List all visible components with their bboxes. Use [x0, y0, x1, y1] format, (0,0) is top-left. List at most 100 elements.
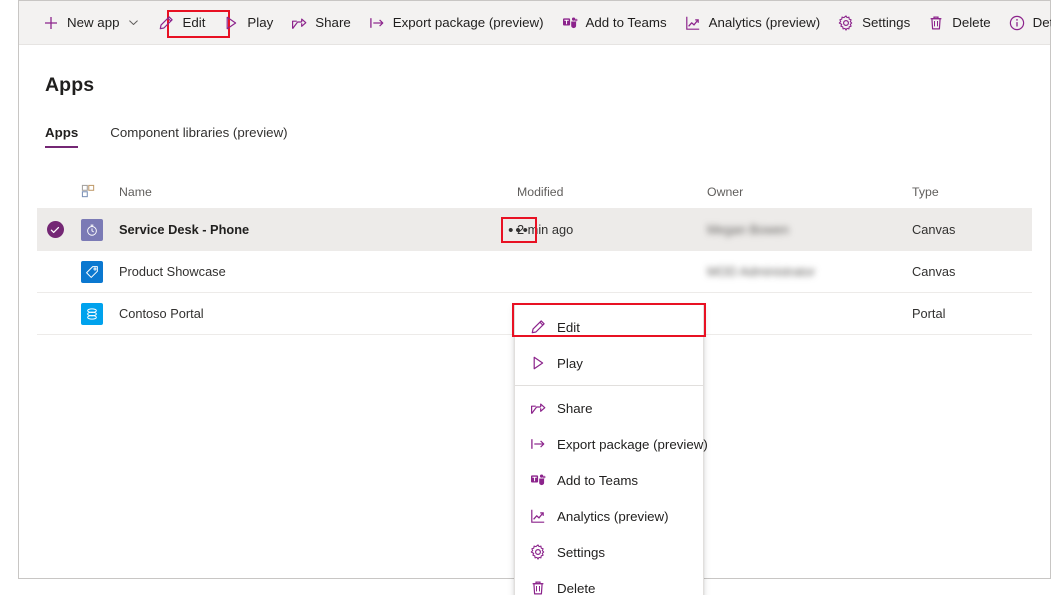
- row-type-value: Canvas: [912, 264, 955, 279]
- command-settings[interactable]: Settings: [830, 8, 917, 38]
- row-owner-redacted: Megan Bowen: [707, 222, 789, 237]
- menu-item-delete[interactable]: Delete: [515, 570, 703, 595]
- command-label: New app: [67, 16, 119, 29]
- row-type-value: Canvas: [912, 222, 955, 237]
- share-icon: [290, 14, 308, 32]
- trash-icon: [529, 579, 547, 595]
- command-details[interactable]: Details: [1001, 8, 1051, 38]
- teams-icon: [529, 471, 547, 489]
- table-row[interactable]: Product Showcase MOD Administrator Canvas: [37, 251, 1032, 293]
- row-type-cell: Portal: [912, 306, 1032, 321]
- play-icon: [529, 354, 547, 372]
- command-label: Edit: [182, 16, 205, 29]
- row-app-name: Service Desk - Phone: [119, 222, 249, 237]
- table-row[interactable]: Service Desk - Phone•••2 min agoMegan Bo…: [37, 209, 1032, 251]
- row-app-name: Product Showcase: [119, 264, 226, 279]
- row-select-cell[interactable]: [37, 221, 73, 238]
- teams-icon: [561, 14, 579, 32]
- row-more-actions-button[interactable]: •••: [501, 218, 537, 242]
- content-area: Apps Apps Component libraries (preview): [19, 45, 1050, 578]
- tag-icon: [81, 261, 103, 283]
- command-delete[interactable]: Delete: [920, 8, 997, 38]
- command-edit[interactable]: Edit: [150, 8, 212, 38]
- row-app-icon-cell: [73, 303, 119, 325]
- row-owner-redacted: MOD Administrator: [707, 264, 815, 279]
- page-title: Apps: [45, 74, 94, 97]
- header-modified-label: Modified: [517, 185, 563, 199]
- header-modified-cell[interactable]: Modified: [517, 185, 707, 199]
- command-bar: New app Edit Play Share Export package (prev…: [19, 1, 1050, 45]
- menu-item-label: Play: [557, 356, 583, 371]
- command-share[interactable]: Share: [283, 8, 357, 38]
- menu-item-label: Share: [557, 401, 592, 416]
- command-label: Details: [1033, 16, 1051, 29]
- header-type-cell[interactable]: Type: [912, 185, 1032, 199]
- menu-item-play[interactable]: Play: [515, 345, 703, 381]
- command-label: Share: [315, 16, 350, 29]
- menu-item-label: Analytics (preview): [557, 509, 669, 524]
- row-name-cell[interactable]: Product Showcase: [119, 264, 517, 279]
- gear-icon: [529, 543, 547, 561]
- chevron-down-icon[interactable]: [127, 16, 140, 29]
- analytics-icon: [529, 507, 547, 525]
- portal-icon: [81, 303, 103, 325]
- tab-apps[interactable]: Apps: [45, 125, 78, 148]
- command-add-to-teams[interactable]: Add to Teams: [554, 8, 674, 38]
- command-export-package-preview[interactable]: Export package (preview): [361, 8, 551, 38]
- menu-item-label: Settings: [557, 545, 605, 560]
- row-app-name: Contoso Portal: [119, 306, 204, 321]
- menu-separator: [515, 385, 703, 386]
- command-new-app[interactable]: New app: [35, 8, 147, 38]
- menu-item-label: Add to Teams: [557, 473, 638, 488]
- menu-item-share[interactable]: Share: [515, 390, 703, 426]
- gear-icon: [837, 14, 855, 32]
- header-type-label: Type: [912, 185, 939, 199]
- analytics-icon: [684, 14, 702, 32]
- menu-item-label: Delete: [557, 581, 595, 595]
- menu-item-label: Edit: [557, 320, 580, 335]
- trash-icon: [927, 14, 945, 32]
- command-play[interactable]: Play: [215, 8, 280, 38]
- row-owner-cell: Megan Bowen: [707, 222, 912, 237]
- row-app-icon-cell: [73, 219, 119, 241]
- header-name-cell[interactable]: Name: [119, 185, 517, 199]
- header-owner-label: Owner: [707, 185, 743, 199]
- share-icon: [529, 399, 547, 417]
- power-apps-maker-portal: New app Edit Play Share Export package (prev…: [0, 0, 1051, 595]
- header-grid-icon-cell[interactable]: [73, 184, 119, 199]
- plus-icon: [42, 14, 60, 32]
- menu-item-add-to-teams[interactable]: Add to Teams: [515, 462, 703, 498]
- pencil-icon: [157, 14, 175, 32]
- command-label: Export package (preview): [393, 16, 544, 29]
- tab-list: Apps Component libraries (preview): [45, 125, 320, 148]
- play-icon: [222, 14, 240, 32]
- row-name-cell[interactable]: Contoso Portal: [119, 306, 517, 321]
- command-label: Delete: [952, 16, 990, 29]
- menu-item-settings[interactable]: Settings: [515, 534, 703, 570]
- tab-component-libraries-preview[interactable]: Component libraries (preview): [110, 125, 287, 148]
- table-header-row: Name Modified Owner Type: [37, 175, 1032, 209]
- row-name-cell[interactable]: Service Desk - Phone•••: [119, 222, 517, 237]
- header-name-label: Name: [119, 185, 152, 199]
- row-app-icon-cell: [73, 261, 119, 283]
- export-icon: [368, 14, 386, 32]
- row-type-value: Portal: [912, 306, 945, 321]
- row-type-cell: Canvas: [912, 222, 1032, 237]
- row-owner-cell: MOD Administrator: [707, 264, 912, 279]
- row-type-cell: Canvas: [912, 264, 1032, 279]
- export-icon: [529, 435, 547, 453]
- row-selected-check-icon[interactable]: [47, 221, 64, 238]
- menu-item-export-package-preview[interactable]: Export package (preview): [515, 426, 703, 462]
- info-icon: [1008, 14, 1026, 32]
- menu-item-edit[interactable]: Edit: [515, 309, 703, 345]
- menu-item-analytics-preview[interactable]: Analytics (preview): [515, 498, 703, 534]
- command-label: Analytics (preview): [709, 16, 821, 29]
- command-analytics-preview[interactable]: Analytics (preview): [677, 8, 828, 38]
- menu-item-label: Export package (preview): [557, 437, 708, 452]
- row-context-menu: Edit Play Share Export package (preview) Add…: [514, 304, 704, 595]
- header-owner-cell[interactable]: Owner: [707, 185, 912, 199]
- grid-column-icon: [81, 184, 96, 199]
- row-modified-cell: 2 min ago: [517, 222, 707, 237]
- pencil-icon: [529, 318, 547, 336]
- stopwatch-icon: [81, 219, 103, 241]
